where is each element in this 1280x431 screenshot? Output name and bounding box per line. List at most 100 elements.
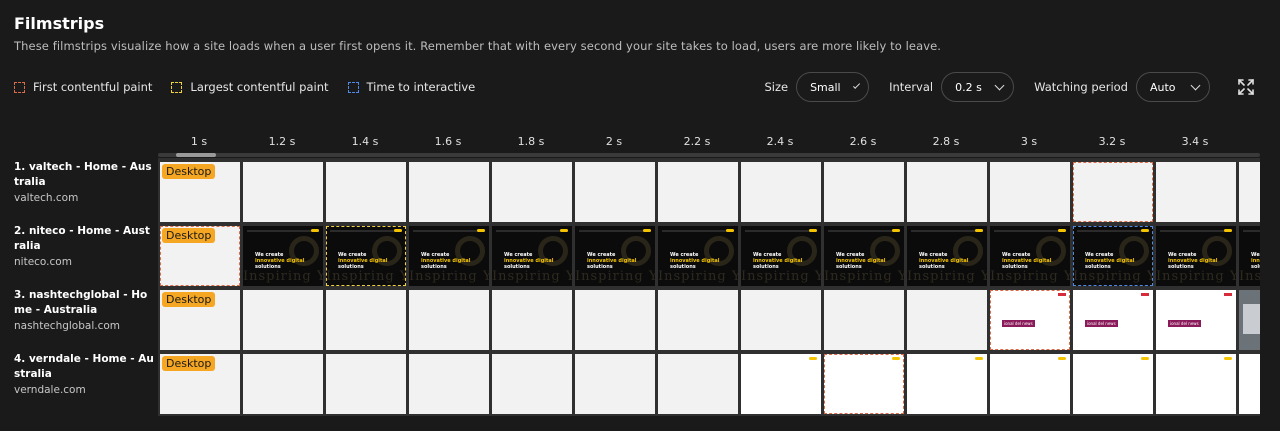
thumb-deco-text: Inspiring Your Ambition — [492, 269, 572, 284]
thumb-headline: We createinnovative digitalsolutions — [255, 252, 305, 270]
thumb-navbar — [1160, 230, 1232, 232]
scrollbar-thumb[interactable] — [176, 153, 216, 157]
expand-button[interactable] — [1236, 77, 1256, 97]
filmstrip-frame[interactable] — [1156, 354, 1236, 414]
thumb-deco-text: Inspiring Your Ambition — [243, 269, 323, 284]
filmstrip-frame[interactable] — [824, 290, 904, 350]
filmstrip-frame[interactable] — [907, 354, 987, 414]
filmstrip-frame[interactable] — [824, 354, 904, 414]
site-name[interactable]: 2. niteco - Home - Australia — [14, 224, 154, 254]
filmstrip-frame[interactable]: Desktop — [160, 162, 240, 222]
thumb-headline: We createinnovative digitalsolutions — [836, 252, 886, 270]
filmstrip-frame[interactable] — [990, 162, 1070, 222]
size-select[interactable]: Small — [796, 72, 870, 102]
timeline-tick: 1.8 s — [517, 135, 545, 148]
timeline-tick: 2.4 s — [766, 135, 794, 148]
filmstrip-frame[interactable] — [492, 162, 572, 222]
thumb-cta — [1058, 229, 1066, 232]
filmstrip-frame[interactable] — [492, 354, 572, 414]
filmstrip-frame[interactable]: Inspiring Your AmbitionWe createinnovati… — [907, 226, 987, 286]
thumb-headline: We createinnovative digitalsolutions — [1251, 252, 1260, 270]
thumb-navbar — [1243, 230, 1260, 232]
filmstrip-grid: DesktopDesktopInspiring Your AmbitionWe … — [158, 158, 1260, 416]
watching-period-select[interactable]: Auto — [1136, 72, 1210, 102]
filmstrip-frame[interactable] — [741, 290, 821, 350]
filmstrip-frame[interactable] — [658, 354, 738, 414]
filmstrip-frame[interactable] — [1073, 354, 1153, 414]
device-badge: Desktop — [162, 228, 216, 243]
fcp-swatch-icon — [14, 81, 25, 93]
filmstrip-frame[interactable] — [575, 162, 655, 222]
fcp-marker — [1073, 162, 1153, 222]
filmstrip-frame[interactable]: ional del news — [1073, 290, 1153, 350]
thumb-deco-text: Inspiring Your Ambition — [907, 269, 987, 284]
thumb-navbar — [994, 230, 1066, 232]
filmstrip-frame[interactable] — [243, 162, 323, 222]
filmstrip-frame[interactable]: Inspiring Your AmbitionWe createinnovati… — [409, 226, 489, 286]
thumb-navbar — [662, 230, 734, 232]
horizontal-scrollbar[interactable] — [158, 153, 1260, 157]
device-badge: Desktop — [162, 356, 216, 371]
filmstrip-frame[interactable] — [1073, 162, 1153, 222]
filmstrip-frame[interactable] — [741, 354, 821, 414]
site-name[interactable]: 4. verndale - Home - Australia — [14, 352, 154, 382]
filmstrip-frame[interactable]: Inspiring Your AmbitionWe createinnovati… — [492, 226, 572, 286]
site-name[interactable]: 1. valtech - Home - Australia — [14, 160, 154, 190]
filmstrip-frame[interactable] — [907, 162, 987, 222]
thumb-cta — [892, 357, 900, 360]
filmstrip-frame[interactable]: Desktop — [160, 226, 240, 286]
site-url: niteco.com — [14, 256, 72, 268]
filmstrip-frame[interactable] — [575, 290, 655, 350]
filmstrip-frame[interactable]: Inspiring Your AmbitionWe createinnovati… — [243, 226, 323, 286]
filmstrip-frame[interactable] — [1239, 354, 1260, 414]
filmstrip-frame[interactable]: Inspiring Your AmbitionWe createinnovati… — [658, 226, 738, 286]
site-url: nashtechglobal.com — [14, 320, 121, 332]
filmstrip-frame[interactable]: Inspiring Your AmbitionWe createinnovati… — [741, 226, 821, 286]
filmstrip-frame[interactable]: Desktop — [160, 354, 240, 414]
filmstrip-frame[interactable] — [492, 290, 572, 350]
filmstrip-frame[interactable]: Inspiring Your AmbitionWe createinnovati… — [990, 226, 1070, 286]
thumb-tag: ional del news — [1002, 320, 1035, 327]
filmstrip-frame[interactable]: Inspiring Your AmbitionWe createinnovati… — [1239, 226, 1260, 286]
timeline-tick: 2 s — [605, 135, 623, 148]
watching-period-value: Auto — [1150, 80, 1176, 94]
filmstrip-frame[interactable] — [243, 290, 323, 350]
thumb-deco-text: Inspiring Your Ambition — [1073, 269, 1153, 284]
legend-label: Largest contentful paint — [190, 80, 329, 94]
interval-select[interactable]: 0.2 s — [941, 72, 1015, 102]
filmstrip-frame[interactable] — [326, 162, 406, 222]
site-name[interactable]: 3. nashtechglobal - Home - Australia — [14, 288, 154, 318]
row-label: 4. verndale - Home - Australia verndale.c… — [14, 352, 154, 396]
filmstrip-frame[interactable] — [409, 162, 489, 222]
filmstrip-frame[interactable] — [575, 354, 655, 414]
filmstrip-frame[interactable]: Inspiring Your AmbitionWe createinnovati… — [575, 226, 655, 286]
thumb-navbar — [828, 230, 900, 232]
filmstrip-frame[interactable] — [409, 290, 489, 350]
filmstrip-frame[interactable] — [1239, 290, 1260, 350]
filmstrip-frame[interactable] — [658, 162, 738, 222]
filmstrip-frame[interactable]: Inspiring Your AmbitionWe createinnovati… — [824, 226, 904, 286]
filmstrip-frame[interactable]: Inspiring Your AmbitionWe createinnovati… — [1073, 226, 1153, 286]
filmstrip-frame[interactable]: Inspiring Your AmbitionWe createinnovati… — [326, 226, 406, 286]
filmstrip-frame[interactable] — [243, 354, 323, 414]
filmstrip-frame[interactable] — [658, 290, 738, 350]
filmstrip-frame[interactable] — [990, 354, 1070, 414]
site-url: valtech.com — [14, 192, 79, 204]
timeline-axis: 1 s 1.2 s 1.4 s 1.6 s 1.8 s 2 s 2.2 s 2.4 s 2.6 … — [158, 135, 1258, 149]
filmstrip-frame[interactable]: Desktop — [160, 290, 240, 350]
filmstrip-frame[interactable]: ional del news — [990, 290, 1070, 350]
thumb-headline: We createinnovative digitalsolutions — [670, 252, 720, 270]
filmstrip-frame[interactable] — [907, 290, 987, 350]
filmstrip-frame[interactable] — [741, 162, 821, 222]
filmstrip-frame[interactable] — [326, 354, 406, 414]
filmstrip-frame[interactable] — [409, 354, 489, 414]
filmstrip-frame[interactable] — [326, 290, 406, 350]
filmstrip-frame[interactable] — [1239, 162, 1260, 222]
device-badge: Desktop — [162, 292, 216, 307]
thumb-cta — [643, 229, 651, 232]
filmstrip-frame[interactable] — [1156, 162, 1236, 222]
thumb-cta — [809, 229, 817, 232]
filmstrip-frame[interactable]: Inspiring Your AmbitionWe createinnovati… — [1156, 226, 1236, 286]
filmstrip-frame[interactable]: ional del news — [1156, 290, 1236, 350]
filmstrip-frame[interactable] — [824, 162, 904, 222]
